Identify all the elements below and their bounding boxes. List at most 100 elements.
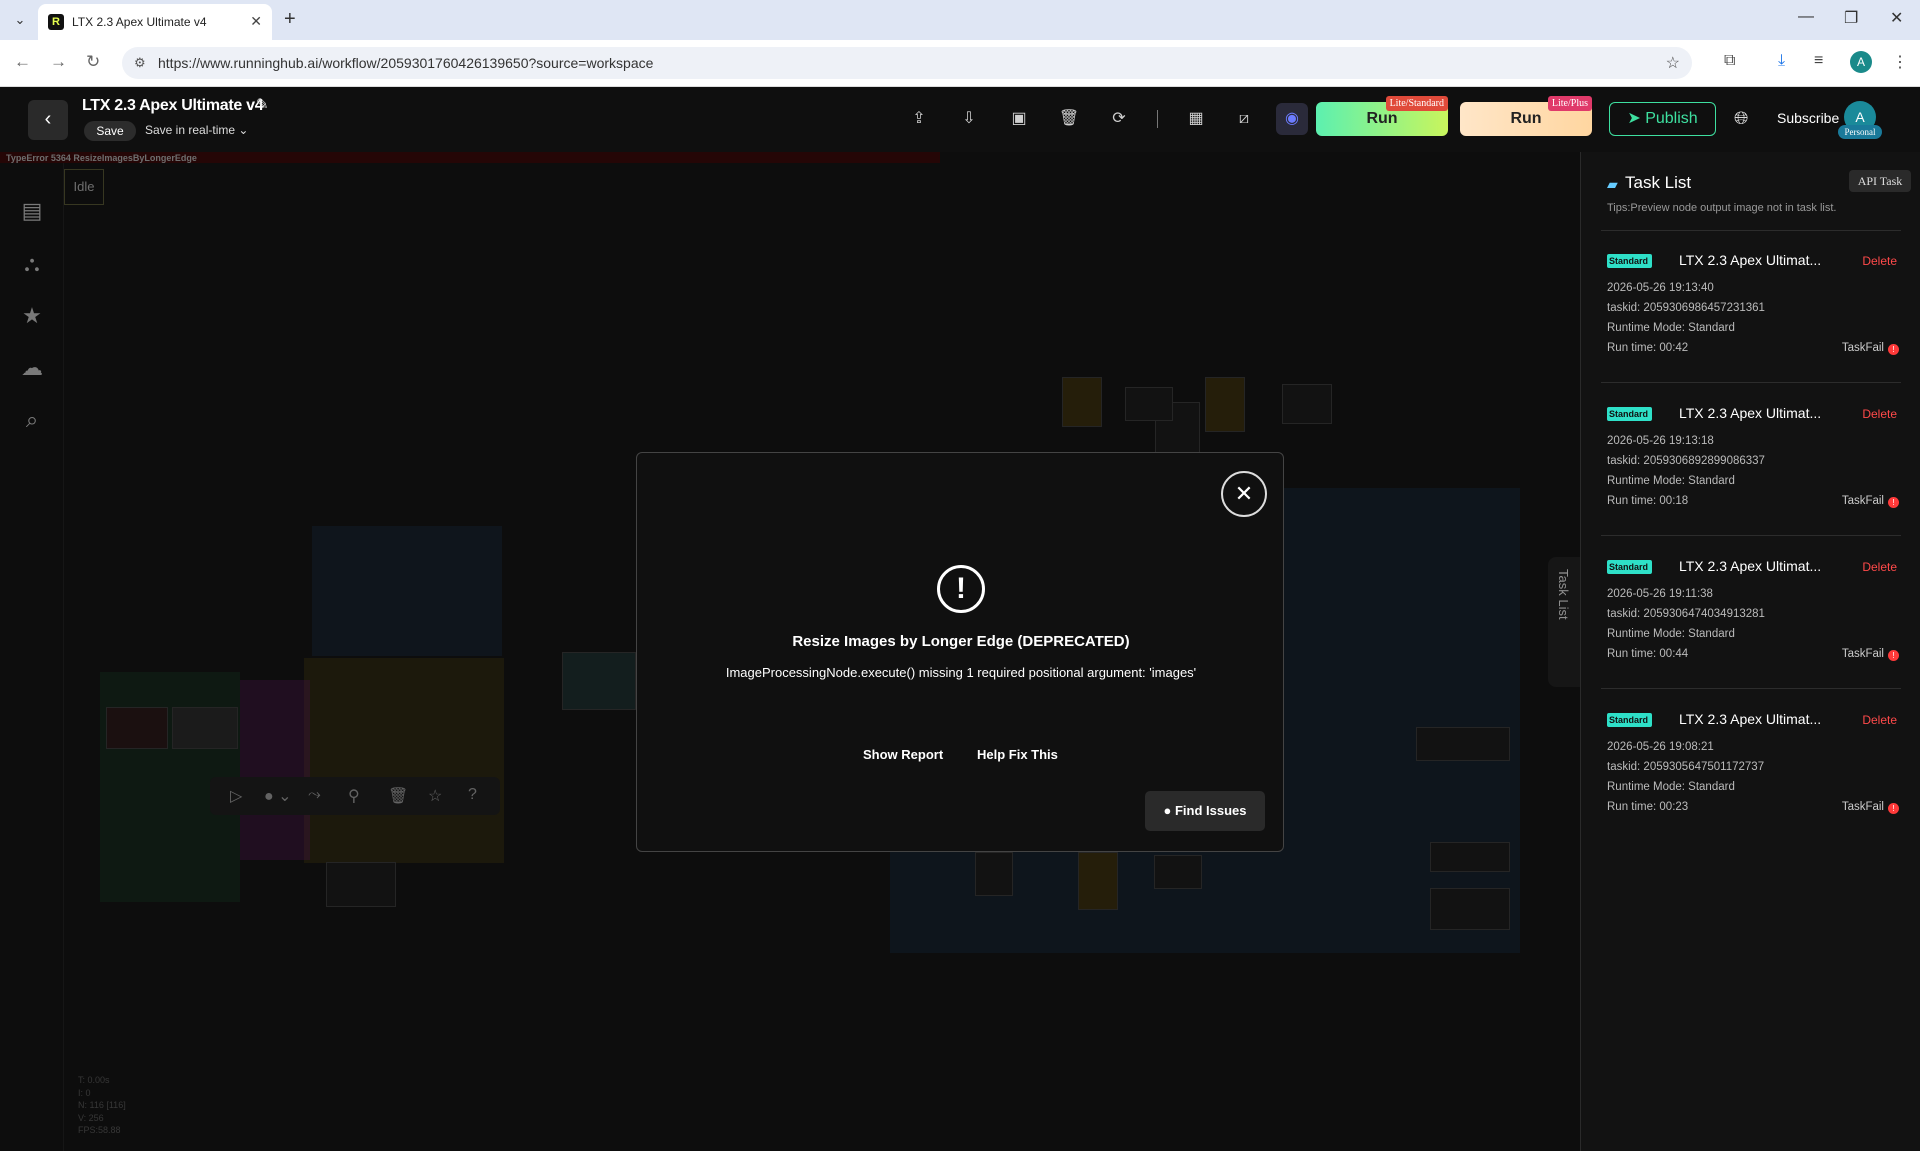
- language-toggle-icon[interactable]: ▣: [1008, 108, 1030, 130]
- delete-task-button[interactable]: Delete: [1862, 560, 1897, 574]
- task-name: LTX 2.3 Apex Ultimat...: [1679, 252, 1822, 268]
- grid-icon[interactable]: ▦: [1185, 108, 1207, 130]
- tab-title: LTX 2.3 Apex Ultimate v4: [72, 15, 207, 29]
- address-bar-row: ← → ↻ ⚙ https://www.runninghub.ai/workfl…: [0, 40, 1920, 87]
- url-field[interactable]: ⚙ https://www.runninghub.ai/workflow/205…: [122, 47, 1692, 79]
- tips-text: Tips:Preview node output image not in ta…: [1607, 202, 1837, 214]
- task-name: LTX 2.3 Apex Ultimat...: [1679, 405, 1822, 421]
- task-item[interactable]: Standard LTX 2.3 Apex Ultimat... Delete …: [1607, 405, 1907, 535]
- browser-menu-icon[interactable]: ⋮: [1892, 52, 1908, 72]
- task-mode: Runtime Mode: Standard: [1607, 322, 1735, 334]
- task-runtime: Run time: 00:42: [1607, 342, 1689, 354]
- show-report-button[interactable]: Show Report: [863, 747, 943, 762]
- reload-icon[interactable]: ↻: [86, 52, 100, 72]
- bookmark-star-icon[interactable]: ☆: [1666, 53, 1680, 73]
- task-date: 2026-05-26 19:13:18: [1607, 435, 1714, 447]
- dialog-title: Resize Images by Longer Edge (DEPRECATED…: [792, 633, 1130, 650]
- workflow-title: LTX 2.3 Apex Ultimate v4: [82, 97, 264, 114]
- alert-icon: !: [937, 565, 985, 613]
- task-item[interactable]: Standard LTX 2.3 Apex Ultimat... Delete …: [1607, 252, 1907, 382]
- task-list-title: Task List: [1625, 173, 1692, 192]
- close-tab-icon[interactable]: ✕: [250, 13, 262, 30]
- task-status: TaskFail!: [1842, 495, 1899, 508]
- delete-task-button[interactable]: Delete: [1862, 254, 1897, 268]
- task-status-label: TaskFail: [1841, 495, 1884, 507]
- header-divider: [1157, 110, 1158, 128]
- trash-icon[interactable]: 🗑: [1058, 108, 1080, 130]
- task-id: taskid: 2059306892899086337: [1607, 455, 1765, 467]
- minimize-icon[interactable]: —: [1798, 8, 1814, 26]
- send-icon: ➤: [1627, 110, 1641, 127]
- forward-arrow-icon[interactable]: →: [50, 52, 67, 72]
- task-runtime: Run time: 00:18: [1607, 495, 1689, 507]
- publish-label: Publish: [1645, 110, 1698, 127]
- extensions-icon[interactable]: ⧉: [1724, 52, 1735, 70]
- task-status: TaskFail!: [1842, 342, 1899, 355]
- restore-icon[interactable]: ❐: [1844, 8, 1858, 28]
- back-button[interactable]: ‹: [28, 100, 68, 140]
- task-id: taskid: 2059306986457231361: [1607, 302, 1765, 314]
- run-plus-label: Run: [1510, 110, 1542, 127]
- run-standard-button[interactable]: Run Lite/Standard: [1316, 96, 1448, 136]
- standard-badge: Standard: [1607, 254, 1653, 268]
- task-item[interactable]: Standard LTX 2.3 Apex Ultimat... Delete …: [1607, 711, 1907, 841]
- close-dialog-button[interactable]: ✕: [1221, 471, 1267, 517]
- run-plus-button[interactable]: Run Lite/Plus: [1460, 96, 1592, 136]
- github-icon: ●: [1163, 803, 1172, 818]
- download-cloud-icon[interactable]: ⇩: [958, 108, 980, 130]
- divider: [1601, 535, 1901, 536]
- upload-icon[interactable]: ⇪: [908, 108, 930, 130]
- publish-button[interactable]: ➤ Publish: [1609, 102, 1716, 136]
- task-status: TaskFail!: [1842, 648, 1899, 661]
- delete-task-button[interactable]: Delete: [1862, 407, 1897, 421]
- help-fix-button[interactable]: Help Fix This: [977, 747, 1058, 762]
- find-issues-button[interactable]: ● Find Issues: [1145, 791, 1265, 831]
- error-dialog: ✕ ! Resize Images by Longer Edge (DEPREC…: [636, 452, 1284, 852]
- task-name: LTX 2.3 Apex Ultimat...: [1679, 711, 1822, 727]
- find-issues-label: Find Issues: [1174, 803, 1247, 818]
- standard-badge: Standard: [1607, 560, 1653, 574]
- subscribe-link[interactable]: Subscribe: [1777, 110, 1839, 126]
- back-arrow-icon[interactable]: ←: [14, 52, 31, 72]
- site-info-icon[interactable]: ⚙: [134, 55, 146, 71]
- new-tab-icon[interactable]: +: [284, 8, 296, 31]
- discord-icon[interactable]: ◉: [1276, 103, 1308, 135]
- standard-badge: Standard: [1607, 407, 1653, 421]
- runninghub-favicon: R: [48, 14, 64, 30]
- task-item[interactable]: Standard LTX 2.3 Apex Ultimat... Delete …: [1607, 558, 1907, 688]
- run-standard-badge: Lite/Standard: [1385, 96, 1448, 111]
- edit-window-icon[interactable]: ⧄: [1233, 108, 1255, 130]
- api-task-button[interactable]: API Task: [1849, 170, 1911, 192]
- divider: [1601, 688, 1901, 689]
- error-dot-icon: !: [1888, 650, 1899, 661]
- tab-search-icon[interactable]: ⌄: [10, 10, 30, 30]
- browser-tab[interactable]: R LTX 2.3 Apex Ultimate v4 ✕: [38, 4, 272, 40]
- task-mode: Runtime Mode: Standard: [1607, 628, 1735, 640]
- task-status: TaskFail!: [1842, 801, 1899, 814]
- url-text[interactable]: https://www.runninghub.ai/workflow/20593…: [158, 55, 653, 71]
- edit-title-icon[interactable]: ✎: [256, 95, 269, 113]
- delete-task-button[interactable]: Delete: [1862, 713, 1897, 727]
- browser-profile-avatar[interactable]: A: [1850, 51, 1872, 73]
- task-status-label: TaskFail: [1841, 342, 1884, 354]
- task-mode: Runtime Mode: Standard: [1607, 781, 1735, 793]
- personal-badge: Personal: [1838, 125, 1882, 139]
- refresh-icon[interactable]: ⟳: [1108, 108, 1130, 130]
- globe-icon[interactable]: 🌐︎: [1734, 108, 1748, 129]
- save-button[interactable]: Save: [84, 121, 136, 141]
- reading-list-icon[interactable]: ≡: [1814, 52, 1823, 70]
- task-status-label: TaskFail: [1841, 648, 1884, 660]
- error-dot-icon: !: [1888, 497, 1899, 508]
- chevron-down-icon: ⌄: [238, 123, 249, 137]
- task-date: 2026-05-26 19:08:21: [1607, 741, 1714, 753]
- save-mode-dropdown[interactable]: Save in real-time ⌄: [145, 123, 248, 137]
- download-icon[interactable]: ⤓: [1778, 52, 1785, 70]
- task-name: LTX 2.3 Apex Ultimat...: [1679, 558, 1822, 574]
- task-id: taskid: 2059305647501172737: [1607, 761, 1765, 773]
- task-mode: Runtime Mode: Standard: [1607, 475, 1735, 487]
- window-close-icon[interactable]: ✕: [1890, 8, 1903, 28]
- app-header: ‹ LTX 2.3 Apex Ultimate v4 ✎ Save Save i…: [0, 87, 1920, 152]
- browser-tab-bar: ⌄ R LTX 2.3 Apex Ultimate v4 ✕ + — ❐ ✕: [0, 0, 1920, 40]
- task-list-icon: ▰: [1607, 176, 1618, 192]
- task-id: taskid: 2059306474034913281: [1607, 608, 1765, 620]
